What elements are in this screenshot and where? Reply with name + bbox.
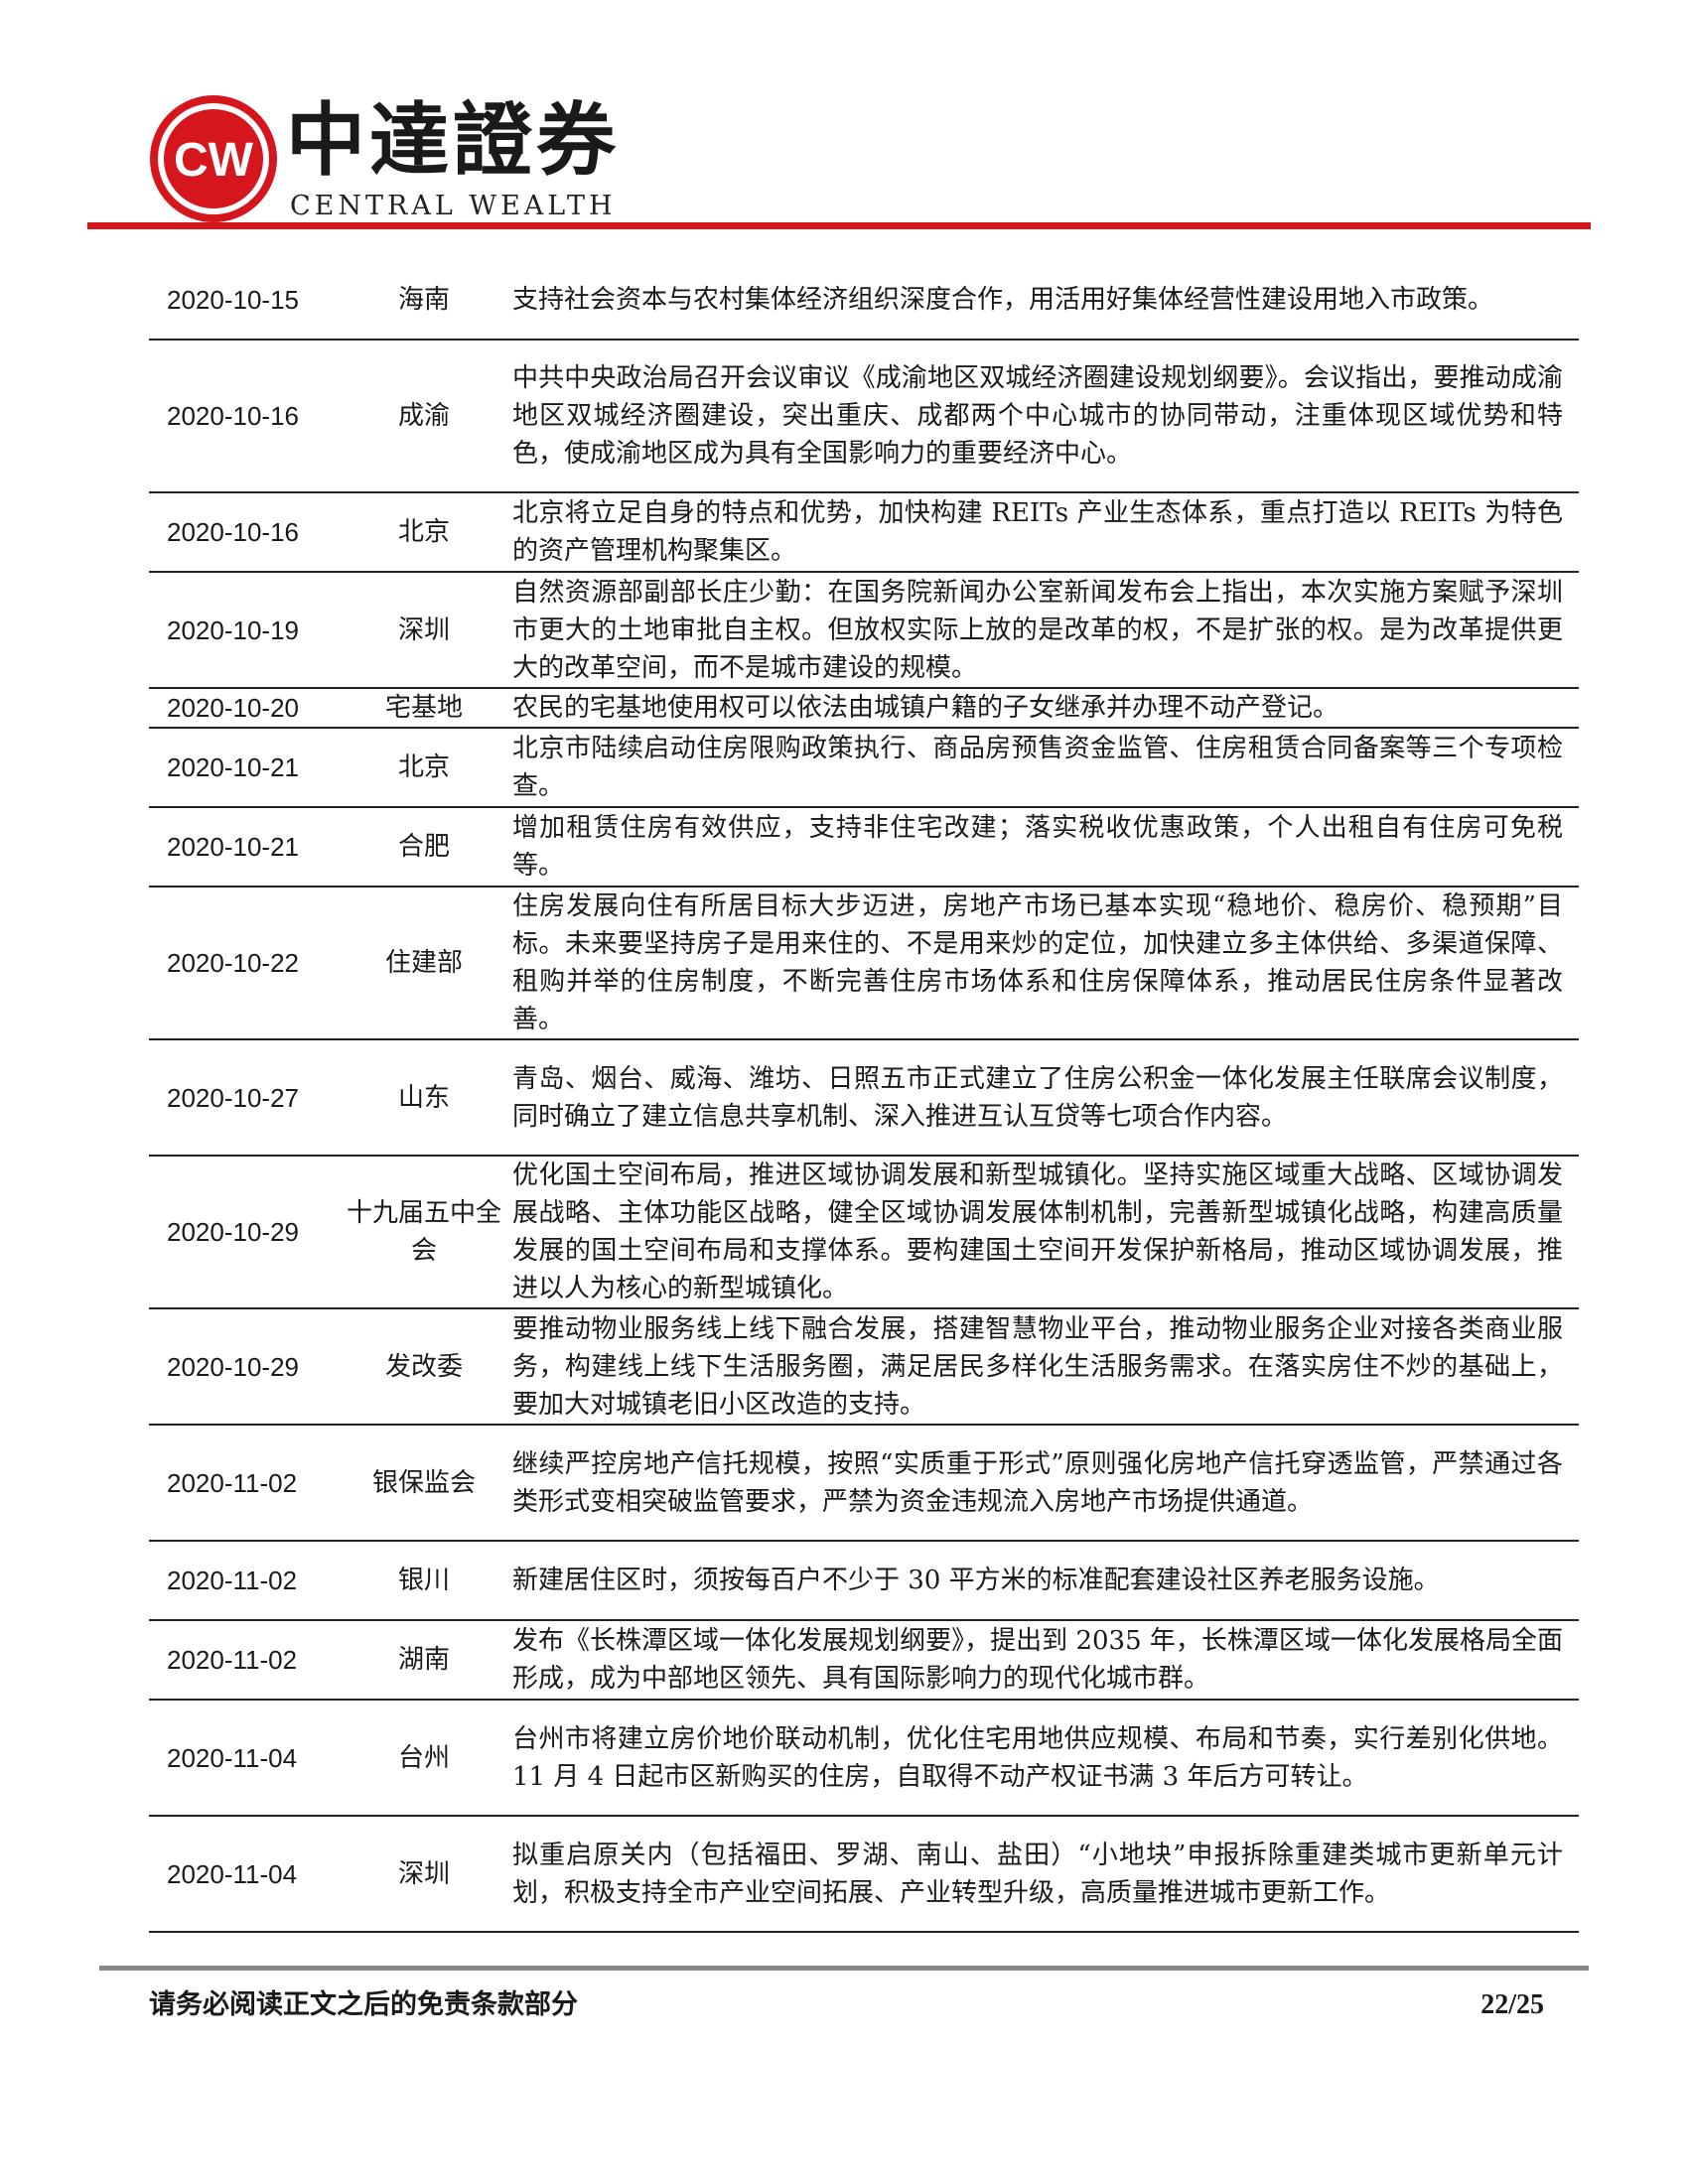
region-cell: 海南 (346, 261, 502, 341)
content-cell: 北京将立足自身的特点和优势，加快构建 REITs 产业生态体系，重点打造以 RE… (502, 492, 1579, 573)
policy-table-body: 2020-10-15 海南 支持社会资本与农村集体经济组织深度合作，用活用好集体… (149, 261, 1579, 1933)
table-row: 2020-10-21 合肥 增加租赁住房有效供应，支持非住宅改建；落实税收优惠政… (149, 807, 1579, 887)
content-cell: 青岛、烟台、威海、潍坊、日照五市正式建立了住房公积金一体化发展主任联席会议制度，… (502, 1039, 1579, 1157)
table-row: 2020-11-04 台州 台州市将建立房价地价联动机制，优化住宅用地供应规模、… (149, 1700, 1579, 1817)
content-cell: 农民的宅基地使用权可以依法由城镇户籍的子女继承并办理不动产登记。 (502, 688, 1579, 729)
region-cell: 发改委 (346, 1308, 502, 1426)
date-cell: 2020-10-16 (149, 492, 346, 573)
region-cell: 住建部 (346, 887, 502, 1040)
date-cell: 2020-10-16 (149, 340, 346, 493)
table-row: 2020-10-15 海南 支持社会资本与农村集体经济组织深度合作，用活用好集体… (149, 261, 1579, 341)
table-row: 2020-11-02 湖南 发布《长株潭区域一体化发展规划纲要》，提出到 203… (149, 1620, 1579, 1701)
date-cell: 2020-10-21 (149, 728, 346, 808)
content-cell: 台州市将建立房价地价联动机制，优化住宅用地供应规模、布局和节奏，实行差别化供地。… (502, 1700, 1579, 1817)
date-cell: 2020-11-02 (149, 1620, 346, 1701)
date-cell: 2020-11-02 (149, 1425, 346, 1542)
date-cell: 2020-11-02 (149, 1541, 346, 1621)
date-cell: 2020-11-04 (149, 1816, 346, 1933)
content-cell: 增加租赁住房有效供应，支持非住宅改建；落实税收优惠政策，个人出租自有住房可免税等… (502, 807, 1579, 887)
content-cell: 中共中央政治局召开会议审议《成渝地区双城经济圈建设规划纲要》。会议指出，要推动成… (502, 340, 1579, 493)
region-cell: 十九届五中全会 (346, 1156, 502, 1309)
policy-table-container: 2020-10-15 海南 支持社会资本与农村集体经济组织深度合作，用活用好集体… (149, 261, 1579, 1933)
logo-letters: CW (174, 134, 254, 187)
table-row: 2020-11-04 深圳 拟重启原关内（包括福田、罗湖、南山、盐田）“小地块”… (149, 1816, 1579, 1933)
content-cell: 新建居住区时，须按每百户不少于 30 平方米的标准配套建设社区养老服务设施。 (502, 1541, 1579, 1621)
table-row: 2020-10-19 深圳 自然资源部副部长庄少勤：在国务院新闻办公室新闻发布会… (149, 572, 1579, 689)
table-row: 2020-10-22 住建部 住房发展向住有所居目标大步迈进，房地产市场已基本实… (149, 887, 1579, 1040)
content-cell: 住房发展向住有所居目标大步迈进，房地产市场已基本实现“稳地价、稳房价、稳预期”目… (502, 887, 1579, 1040)
brand-name-english: CENTRAL WEALTH (290, 191, 617, 221)
date-cell: 2020-10-27 (149, 1039, 346, 1157)
date-cell: 2020-10-19 (149, 572, 346, 689)
content-cell: 自然资源部副部长庄少勤：在国务院新闻办公室新闻发布会上指出，本次实施方案赋予深圳… (502, 572, 1579, 689)
region-cell: 银保监会 (346, 1425, 502, 1542)
region-cell: 湖南 (346, 1620, 502, 1701)
date-cell: 2020-10-15 (149, 261, 346, 341)
region-cell: 台州 (346, 1700, 502, 1817)
disclaimer-note: 请务必阅读正文之后的免责条款部分 (149, 1989, 578, 2020)
table-row: 2020-10-27 山东 青岛、烟台、威海、潍坊、日照五市正式建立了住房公积金… (149, 1039, 1579, 1157)
brand-name-chinese: 中達證券 (286, 93, 620, 187)
content-cell: 继续严控房地产信托规模，按照“实质重于形式”原则强化房地产信托穿透监管，严禁通过… (502, 1425, 1579, 1542)
date-cell: 2020-10-21 (149, 807, 346, 887)
date-cell: 2020-11-04 (149, 1700, 346, 1817)
table-row: 2020-10-20 宅基地 农民的宅基地使用权可以依法由城镇户籍的子女继承并办… (149, 688, 1579, 729)
table-row: 2020-10-21 北京 北京市陆续启动住房限购政策执行、商品房预售资金监管、… (149, 728, 1579, 808)
footer-divider (99, 1966, 1589, 1971)
content-cell: 要推动物业服务线上线下融合发展，搭建智慧物业平台，推动物业服务企业对接各类商业服… (502, 1308, 1579, 1426)
content-cell: 优化国土空间布局，推进区域协调发展和新型城镇化。坚持实施区域重大战略、区域协调发… (502, 1156, 1579, 1309)
central-wealth-logo-icon: CW (150, 95, 277, 222)
region-cell: 深圳 (346, 1816, 502, 1933)
table-row: 2020-11-02 银川 新建居住区时，须按每百户不少于 30 平方米的标准配… (149, 1541, 1579, 1621)
table-row: 2020-10-16 成渝 中共中央政治局召开会议审议《成渝地区双城经济圈建设规… (149, 340, 1579, 493)
region-cell: 合肥 (346, 807, 502, 887)
date-cell: 2020-10-22 (149, 887, 346, 1040)
table-row: 2020-10-29 发改委 要推动物业服务线上线下融合发展，搭建智慧物业平台，… (149, 1308, 1579, 1426)
header-divider (87, 222, 1591, 229)
region-cell: 深圳 (346, 572, 502, 689)
table-row: 2020-11-02 银保监会 继续严控房地产信托规模，按照“实质重于形式”原则… (149, 1425, 1579, 1542)
content-cell: 拟重启原关内（包括福田、罗湖、南山、盐田）“小地块”申报拆除重建类城市更新单元计… (502, 1816, 1579, 1933)
content-cell: 发布《长株潭区域一体化发展规划纲要》，提出到 2035 年，长株潭区域一体化发展… (502, 1620, 1579, 1701)
region-cell: 北京 (346, 492, 502, 573)
region-cell: 山东 (346, 1039, 502, 1157)
policy-timeline-table: 2020-10-15 海南 支持社会资本与农村集体经济组织深度合作，用活用好集体… (149, 261, 1579, 1933)
content-cell: 北京市陆续启动住房限购政策执行、商品房预售资金监管、住房租赁合同备案等三个专项检… (502, 728, 1579, 808)
region-cell: 宅基地 (346, 688, 502, 729)
region-cell: 成渝 (346, 340, 502, 493)
date-cell: 2020-10-20 (149, 688, 346, 729)
date-cell: 2020-10-29 (149, 1156, 346, 1309)
page-number: 22/25 (1480, 1989, 1544, 2020)
region-cell: 北京 (346, 728, 502, 808)
content-cell: 支持社会资本与农村集体经济组织深度合作，用活用好集体经营性建设用地入市政策。 (502, 261, 1579, 341)
page-header: CW 中達證券 CENTRAL WEALTH (0, 0, 1688, 233)
region-cell: 银川 (346, 1541, 502, 1621)
table-row: 2020-10-16 北京 北京将立足自身的特点和优势，加快构建 REITs 产… (149, 492, 1579, 573)
table-row: 2020-10-29 十九届五中全会 优化国土空间布局，推进区域协调发展和新型城… (149, 1156, 1579, 1309)
date-cell: 2020-10-29 (149, 1308, 346, 1426)
